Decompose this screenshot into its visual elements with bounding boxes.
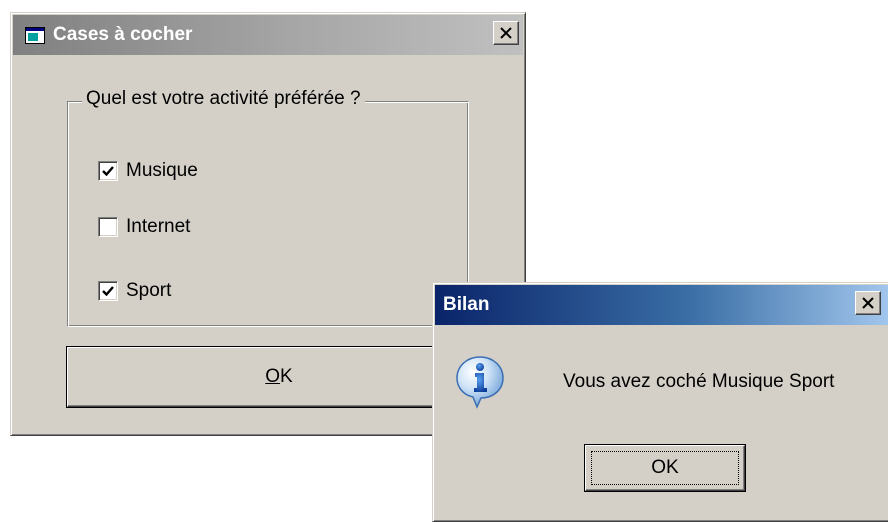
info-icon xyxy=(455,355,505,409)
groupbox-label: Quel est votre activité préférée ? xyxy=(82,88,365,110)
close-icon xyxy=(500,27,512,39)
application-icon xyxy=(25,26,45,44)
close-icon xyxy=(862,297,874,309)
checkbox-musique-label: Musique xyxy=(126,160,198,181)
checkbox-internet-box[interactable] xyxy=(98,217,118,237)
checkmark-icon xyxy=(102,166,114,177)
checkbox-internet[interactable]: Internet xyxy=(98,216,190,238)
message-box-ok-button[interactable]: OK xyxy=(584,444,746,492)
checkbox-musique[interactable]: Musique xyxy=(98,160,198,182)
ok-button-label-rest: K xyxy=(280,366,293,387)
message-box-titlebar[interactable]: Bilan xyxy=(435,285,888,325)
message-text: Vous avez coché Musique Sport xyxy=(563,371,835,392)
checkbox-internet-label: Internet xyxy=(126,216,191,237)
main-window-close-button[interactable] xyxy=(493,21,519,45)
checkbox-musique-box[interactable] xyxy=(98,161,118,181)
checkbox-sport[interactable]: Sport xyxy=(98,280,171,302)
checkmark-icon xyxy=(102,286,114,297)
ok-button-accelerator: O xyxy=(265,366,281,387)
message-box-close-button[interactable] xyxy=(855,291,881,315)
main-window-title: Cases à cocher xyxy=(53,24,193,45)
checkbox-sport-box[interactable] xyxy=(98,281,118,301)
message-box-title: Bilan xyxy=(443,294,490,315)
checkbox-sport-label: Sport xyxy=(126,280,172,301)
message-box-ok-label: OK xyxy=(651,457,679,478)
ok-button[interactable]: OK xyxy=(66,346,492,408)
bilan-message-box: Bilan Vous avez coché Musique Sport OK xyxy=(432,282,888,522)
activity-groupbox: Quel est votre activité préférée ? Musiq… xyxy=(67,88,469,327)
main-window-titlebar[interactable]: Cases à cocher xyxy=(13,15,523,55)
